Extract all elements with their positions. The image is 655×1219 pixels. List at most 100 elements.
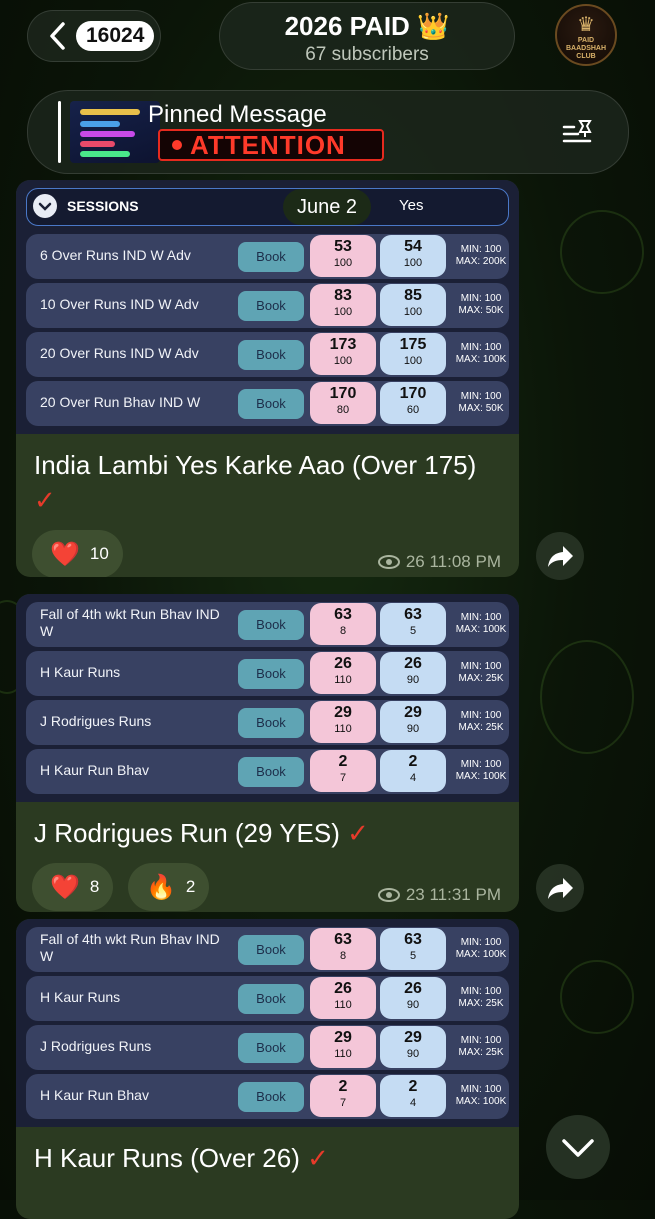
yes-odds-value: 63	[404, 606, 422, 623]
yes-odds-box[interactable]: 24	[380, 1075, 446, 1117]
max-stake: MAX: 100K	[455, 354, 507, 365]
book-button[interactable]: Book	[238, 340, 304, 370]
yes-odds-box[interactable]: 29 90	[380, 1026, 446, 1068]
yes-odds-box[interactable]: 24	[380, 750, 446, 792]
yes-odds-box[interactable]: 26 90	[380, 652, 446, 694]
no-odds-box[interactable]: 63 8	[310, 603, 376, 645]
no-odds-box[interactable]: 63 8	[310, 928, 376, 970]
no-odds-value: 83	[334, 287, 352, 304]
no-odds-value: 2	[338, 753, 348, 770]
eye-icon	[377, 555, 400, 569]
stake-limits: MIN: 100 MAX: 200K	[450, 244, 512, 268]
no-odds-box[interactable]: 29 110	[310, 701, 376, 743]
book-button[interactable]: Book	[238, 389, 304, 419]
no-odds-box[interactable]: 26 110	[310, 977, 376, 1019]
yes-odds-box[interactable]: 26 90	[380, 977, 446, 1019]
no-odds-box[interactable]: 83 100	[310, 284, 376, 326]
yes-odds-size: 4	[409, 1097, 417, 1109]
scroll-to-bottom-button[interactable]	[546, 1115, 610, 1179]
book-button[interactable]: Book	[238, 984, 304, 1014]
unread-count-badge: 16024	[76, 21, 155, 51]
yes-odds-box[interactable]: 63 5	[380, 928, 446, 970]
market-name: 20 Over Run Bhav IND W	[40, 394, 201, 410]
yes-odds-value: 2	[408, 753, 418, 770]
book-button[interactable]: Book	[238, 291, 304, 321]
message-caption: H Kaur Runs (Over 26) ✓	[16, 1127, 519, 1180]
book-button[interactable]: Book	[238, 757, 304, 787]
no-odds-box[interactable]: 29 110	[310, 1026, 376, 1068]
record-dot-icon	[172, 140, 182, 150]
max-stake: MAX: 100K	[455, 624, 507, 635]
max-stake: MAX: 50K	[458, 305, 504, 316]
no-odds-box[interactable]: 26 110	[310, 652, 376, 694]
back-button[interactable]: 16024	[27, 10, 161, 62]
yes-odds-value: 63	[404, 931, 422, 948]
message-bubble[interactable]: Fall of 4th wkt Run Bhav IND W Book 63 8 …	[16, 919, 519, 1219]
no-odds-size: 80	[336, 404, 350, 416]
yes-odds-box[interactable]: 85 100	[380, 284, 446, 326]
yes-odds-box[interactable]: 54 100	[380, 235, 446, 277]
reaction-fire[interactable]: 🔥 2	[128, 863, 210, 911]
crown-icon: ♛	[577, 14, 595, 36]
no-odds-box[interactable]: 53 100	[310, 235, 376, 277]
caption-text: India Lambi Yes Karke Aao (Over 175)	[34, 450, 477, 480]
collapse-toggle[interactable]	[33, 194, 57, 218]
background-doodle	[560, 960, 634, 1034]
yes-odds-value: 175	[399, 336, 427, 353]
date-divider: June 2	[283, 189, 371, 225]
avatar-logo-text-2: BAADSHAH	[565, 45, 607, 52]
attention-text: ATTENTION	[190, 129, 346, 160]
market-row: H Kaur Run Bhav Book 27 24 MIN: 100 MAX: …	[26, 1074, 509, 1119]
book-button[interactable]: Book	[238, 610, 304, 640]
message-bubble[interactable]: SESSIONS Yes 6 Over Runs IND W Adv Book …	[16, 180, 519, 577]
chevron-down-icon	[562, 1139, 594, 1157]
no-odds-box[interactable]: 173 100	[310, 333, 376, 375]
market-name: H Kaur Run Bhav	[40, 762, 149, 778]
market-row: J Rodrigues Runs Book 29 110 29 90 MIN: 10…	[26, 1025, 509, 1070]
checkmark-icon: ✓	[34, 485, 56, 515]
no-odds-size: 8	[339, 950, 347, 962]
market-row: H Kaur Runs Book 26 110 26 90 MIN: 100 MAX:…	[26, 651, 509, 696]
yes-odds-value: 26	[404, 980, 422, 997]
market-row: H Kaur Runs Book 26 110 26 90 MIN: 100 MAX:…	[26, 976, 509, 1021]
min-stake: MIN: 100	[460, 1084, 502, 1095]
pinned-list-icon[interactable]	[560, 117, 596, 147]
no-odds-box[interactable]: 170 80	[310, 382, 376, 424]
book-button[interactable]: Book	[238, 708, 304, 738]
message-caption: India Lambi Yes Karke Aao (Over 175) ✓	[16, 434, 519, 522]
no-odds-size: 100	[333, 355, 353, 367]
no-odds-box[interactable]: 27	[310, 1075, 376, 1117]
share-button[interactable]	[536, 532, 584, 580]
channel-avatar[interactable]: ♛ PAID BAADSHAH CLUB	[555, 4, 617, 66]
min-stake: MIN: 100	[460, 293, 502, 304]
market-name: H Kaur Runs	[40, 664, 121, 680]
yes-odds-box[interactable]: 170 60	[380, 382, 446, 424]
message-bubble[interactable]: Fall of 4th wkt Run Bhav IND W Book 63 8 …	[16, 594, 519, 912]
no-odds-value: 53	[334, 238, 352, 255]
book-button[interactable]: Book	[238, 1033, 304, 1063]
reaction-heart[interactable]: ❤️ 10	[32, 530, 123, 577]
reaction-heart[interactable]: ❤️ 8	[32, 863, 114, 911]
yes-odds-box[interactable]: 175 100	[380, 333, 446, 375]
stake-limits: MIN: 100 MAX: 100K	[450, 937, 512, 961]
share-arrow-icon	[548, 878, 573, 899]
pinned-message-bar[interactable]: Pinned Message ATTENTION	[27, 90, 629, 174]
chevron-left-icon	[50, 22, 65, 50]
book-button[interactable]: Book	[238, 935, 304, 965]
book-button[interactable]: Book	[238, 1082, 304, 1112]
min-stake: MIN: 100	[460, 342, 502, 353]
channel-title-pill[interactable]: 2026 PAID 👑 67 subscribers	[219, 2, 515, 70]
share-button[interactable]	[536, 864, 584, 912]
yes-odds-box[interactable]: 63 5	[380, 603, 446, 645]
book-button[interactable]: Book	[238, 659, 304, 689]
yes-odds-size: 5	[409, 625, 417, 637]
no-odds-size: 110	[334, 999, 352, 1011]
yes-odds-size: 5	[409, 950, 417, 962]
market-name: H Kaur Run Bhav	[40, 1087, 149, 1103]
yes-odds-box[interactable]: 29 90	[380, 701, 446, 743]
max-stake: MAX: 100K	[455, 1096, 507, 1107]
market-name: J Rodrigues Runs	[40, 713, 152, 729]
book-button[interactable]: Book	[238, 242, 304, 272]
no-odds-box[interactable]: 27	[310, 750, 376, 792]
eye-icon	[377, 888, 400, 902]
